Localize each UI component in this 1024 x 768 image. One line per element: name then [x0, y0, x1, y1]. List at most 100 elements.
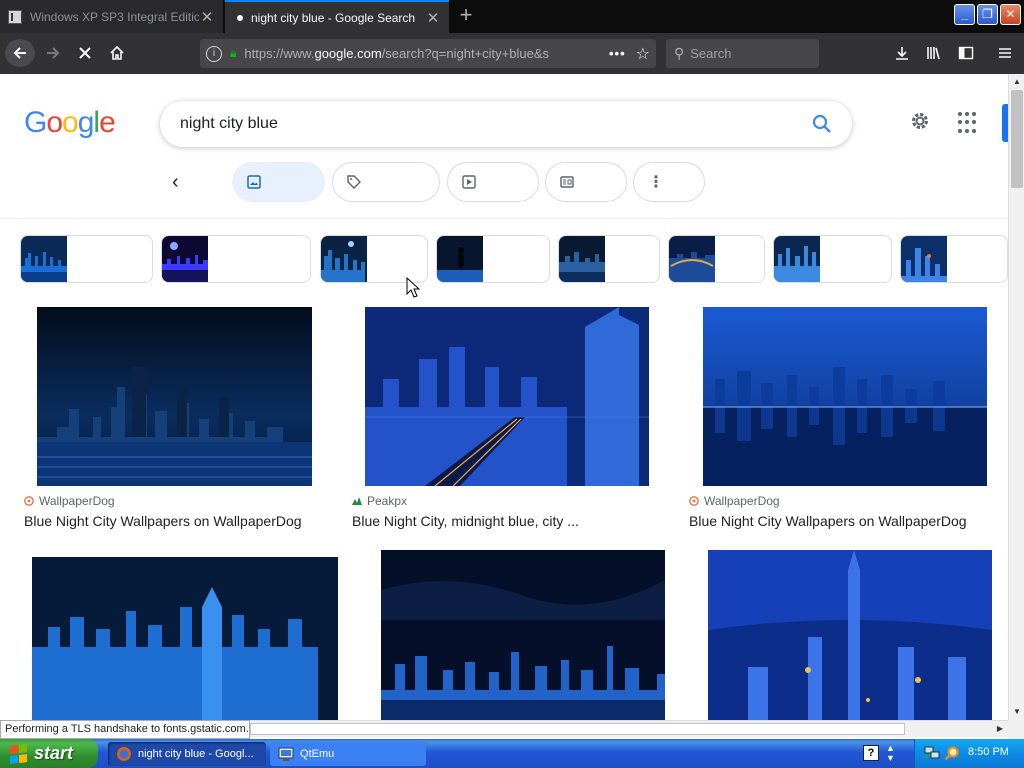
forward-button[interactable]: [38, 39, 68, 67]
menu-button[interactable]: [992, 39, 1018, 67]
browser-tab-strip: Windows XP SP3 Integral Edition ✕ night …: [0, 0, 1024, 33]
result-source[interactable]: WallpaperDog: [689, 494, 780, 508]
tray-expand-icon[interactable]: ▲ ▼: [886, 743, 895, 763]
related-search-chip[interactable]: [668, 235, 765, 283]
vertical-scrollbar[interactable]: ▲ ▼: [1008, 74, 1024, 720]
url-text[interactable]: https://www.google.com/search?q=night+ci…: [244, 46, 599, 61]
stop-button[interactable]: [70, 39, 100, 67]
taskbar: start night city blue - Googl... QtEmu ?…: [0, 739, 1024, 768]
result-source[interactable]: WallpaperDog: [24, 494, 115, 508]
related-search-chip[interactable]: [161, 235, 311, 283]
city-thumbnail: [162, 236, 208, 282]
sidebar-button[interactable]: [953, 39, 979, 67]
result-image[interactable]: [365, 307, 649, 486]
tag-icon: [347, 175, 361, 189]
taskbar-item-label: night city blue - Googl...: [138, 748, 254, 760]
library-button[interactable]: [921, 39, 947, 67]
clock[interactable]: 8:50 PM: [968, 746, 1009, 758]
scroll-up-icon[interactable]: ▲: [1009, 74, 1024, 90]
scroll-thumb[interactable]: [1011, 90, 1023, 188]
taskbar-item-qtemu[interactable]: QtEmu: [270, 742, 426, 766]
scroll-thumb[interactable]: [250, 723, 905, 735]
chip-more[interactable]: ⋮: [633, 162, 705, 202]
bookmark-star-icon[interactable]: ☆: [636, 44, 650, 64]
close-icon[interactable]: ✕: [425, 9, 441, 27]
result-source[interactable]: Peakpx: [352, 494, 407, 508]
city-thumbnail: [774, 236, 820, 282]
taskbar-item-firefox[interactable]: night city blue - Googl...: [108, 742, 266, 766]
status-bar: Performing a TLS handshake to fonts.gsta…: [0, 720, 250, 739]
page-actions-icon[interactable]: •••: [609, 46, 626, 61]
logo-letter: G: [24, 106, 47, 139]
hamburger-icon: [999, 48, 1011, 58]
museum-icon: [8, 9, 23, 24]
back-button[interactable]: [5, 39, 35, 67]
source-name: WallpaperDog: [704, 494, 780, 508]
related-search-chip[interactable]: [900, 235, 1008, 283]
lock-icon[interactable]: 🔒︎: [230, 46, 236, 61]
chip-shopping[interactable]: [332, 162, 440, 202]
qtemu-icon: [278, 747, 294, 761]
url-bar[interactable]: i 🔒︎ https://www.google.com/search?q=nig…: [200, 39, 656, 68]
home-icon: [110, 45, 124, 60]
chip-videos[interactable]: [447, 162, 539, 202]
source-name: WallpaperDog: [39, 494, 115, 508]
browser-search-box[interactable]: ⚲: [666, 39, 819, 68]
horizontal-scrollbar[interactable]: ▶: [250, 720, 1008, 737]
result-image[interactable]: [708, 550, 992, 720]
apps-grid-icon[interactable]: [958, 112, 980, 134]
start-label: start: [34, 743, 74, 763]
related-search-chip[interactable]: [20, 235, 153, 283]
related-search-chip[interactable]: [773, 235, 892, 283]
download-button[interactable]: [889, 39, 915, 67]
scroll-right-icon[interactable]: ▶: [992, 721, 1008, 737]
close-window-button[interactable]: ✕: [1000, 4, 1021, 25]
help-icon[interactable]: ?: [863, 745, 879, 761]
chip-images[interactable]: [232, 162, 325, 202]
arrow-left-icon: [13, 47, 26, 59]
tab-title: Windows XP SP3 Integral Edition: [30, 9, 199, 24]
start-button[interactable]: start: [0, 739, 98, 768]
related-search-chip[interactable]: [320, 235, 428, 283]
related-search-chip[interactable]: [436, 235, 550, 283]
tab-windows-xp[interactable]: Windows XP SP3 Integral Edition ✕: [0, 0, 224, 33]
close-icon[interactable]: ✕: [199, 8, 215, 26]
chip-news[interactable]: [545, 162, 627, 202]
search-input[interactable]: [180, 115, 812, 133]
city-thumbnail: [321, 236, 367, 282]
scroll-corner: [1008, 720, 1024, 739]
sidebar-icon: [958, 46, 974, 60]
maximize-button[interactable]: ❐: [977, 4, 998, 25]
more-vert-icon: ⋮: [648, 174, 664, 191]
city-thumbnail: [669, 236, 715, 282]
result-image[interactable]: [32, 557, 338, 720]
taskbar-item-label: QtEmu: [300, 748, 335, 760]
result-image[interactable]: [381, 550, 665, 720]
chevron-left-icon[interactable]: ‹: [172, 171, 179, 194]
web-page: Google ‹ ⋮: [0, 74, 1008, 720]
result-image[interactable]: [703, 307, 987, 486]
scroll-down-icon[interactable]: ▼: [1009, 704, 1024, 720]
peakpx-favicon-icon: [352, 497, 362, 505]
related-search-chip[interactable]: [558, 235, 660, 283]
wallpaperdog-favicon-icon: [24, 496, 34, 506]
tab-google-search[interactable]: night city blue - Google Search ✕: [225, 0, 449, 33]
result-caption[interactable]: Blue Night City Wallpapers on WallpaperD…: [24, 513, 302, 529]
search-icon[interactable]: [944, 745, 960, 761]
new-tab-button[interactable]: +: [455, 4, 477, 28]
result-image[interactable]: [37, 307, 312, 486]
result-caption[interactable]: Blue Night City, midnight blue, city ...: [352, 513, 579, 529]
library-icon: [927, 47, 940, 60]
network-icon[interactable]: [924, 746, 940, 760]
home-button[interactable]: [102, 39, 132, 67]
search-icon[interactable]: [812, 114, 832, 134]
gear-icon[interactable]: [906, 110, 934, 138]
download-icon: [896, 47, 908, 60]
info-icon[interactable]: i: [206, 45, 222, 62]
minimize-button[interactable]: _: [954, 4, 975, 25]
result-caption[interactable]: Blue Night City Wallpapers on WallpaperD…: [689, 513, 967, 529]
google-search-box[interactable]: [160, 101, 852, 147]
google-logo[interactable]: Google: [24, 106, 116, 140]
mouse-cursor-icon: [406, 277, 420, 298]
browser-search-input[interactable]: [690, 46, 801, 61]
